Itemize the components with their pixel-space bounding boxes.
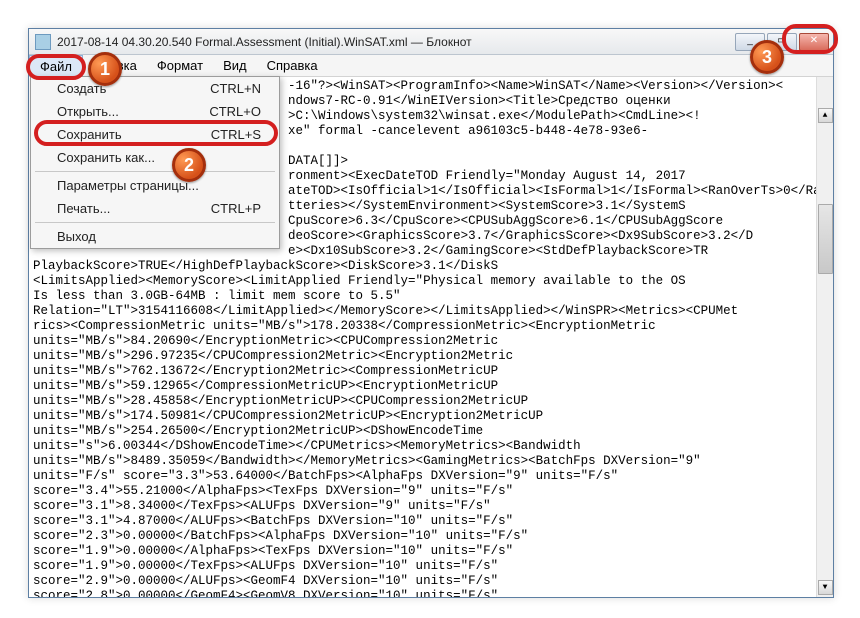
badge-2: 2	[172, 148, 206, 182]
badge-1: 1	[88, 52, 122, 86]
scroll-down-button[interactable]: ▼	[818, 580, 833, 595]
menu-item-accel: CTRL+S	[211, 127, 261, 142]
menu-item-saveas[interactable]: Сохранить как...	[31, 146, 279, 169]
menu-item-exit[interactable]: Выход	[31, 225, 279, 248]
menu-item-accel: CTRL+P	[211, 201, 261, 216]
close-button[interactable]: ✕	[799, 33, 829, 51]
menu-view[interactable]: Вид	[213, 55, 257, 76]
menu-file[interactable]: Файл	[29, 55, 83, 76]
app-icon	[35, 34, 51, 50]
menu-item-save[interactable]: Сохранить CTRL+S	[31, 123, 279, 146]
vertical-scrollbar[interactable]: ▲ ▼	[816, 77, 833, 597]
scroll-up-button[interactable]: ▲	[818, 108, 833, 123]
menu-item-new[interactable]: Создать CTRL+N	[31, 77, 279, 100]
menu-item-label: Открыть...	[57, 104, 119, 119]
menu-item-accel: CTRL+O	[209, 104, 261, 119]
scroll-thumb[interactable]	[818, 204, 833, 274]
menu-item-pagesetup[interactable]: Параметры страницы...	[31, 174, 279, 197]
menu-item-label: Сохранить как...	[57, 150, 155, 165]
menu-item-print[interactable]: Печать... CTRL+P	[31, 197, 279, 220]
menubar: Файл Правка Формат Вид Справка	[29, 55, 833, 77]
menu-item-label: Параметры страницы...	[57, 178, 199, 193]
menu-item-open[interactable]: Открыть... CTRL+O	[31, 100, 279, 123]
menu-help[interactable]: Справка	[257, 55, 328, 76]
badge-3: 3	[750, 40, 784, 74]
titlebar[interactable]: 2017-08-14 04.30.20.540 Formal.Assessmen…	[29, 29, 833, 55]
menu-separator	[35, 222, 275, 223]
menu-item-label: Выход	[57, 229, 96, 244]
file-dropdown: Создать CTRL+N Открыть... CTRL+O Сохрани…	[30, 76, 280, 249]
menu-item-accel: CTRL+N	[210, 81, 261, 96]
menu-item-label: Сохранить	[57, 127, 122, 142]
menu-item-label: Печать...	[57, 201, 110, 216]
menu-separator	[35, 171, 275, 172]
menu-format[interactable]: Формат	[147, 55, 213, 76]
window-title: 2017-08-14 04.30.20.540 Formal.Assessmen…	[57, 35, 733, 49]
